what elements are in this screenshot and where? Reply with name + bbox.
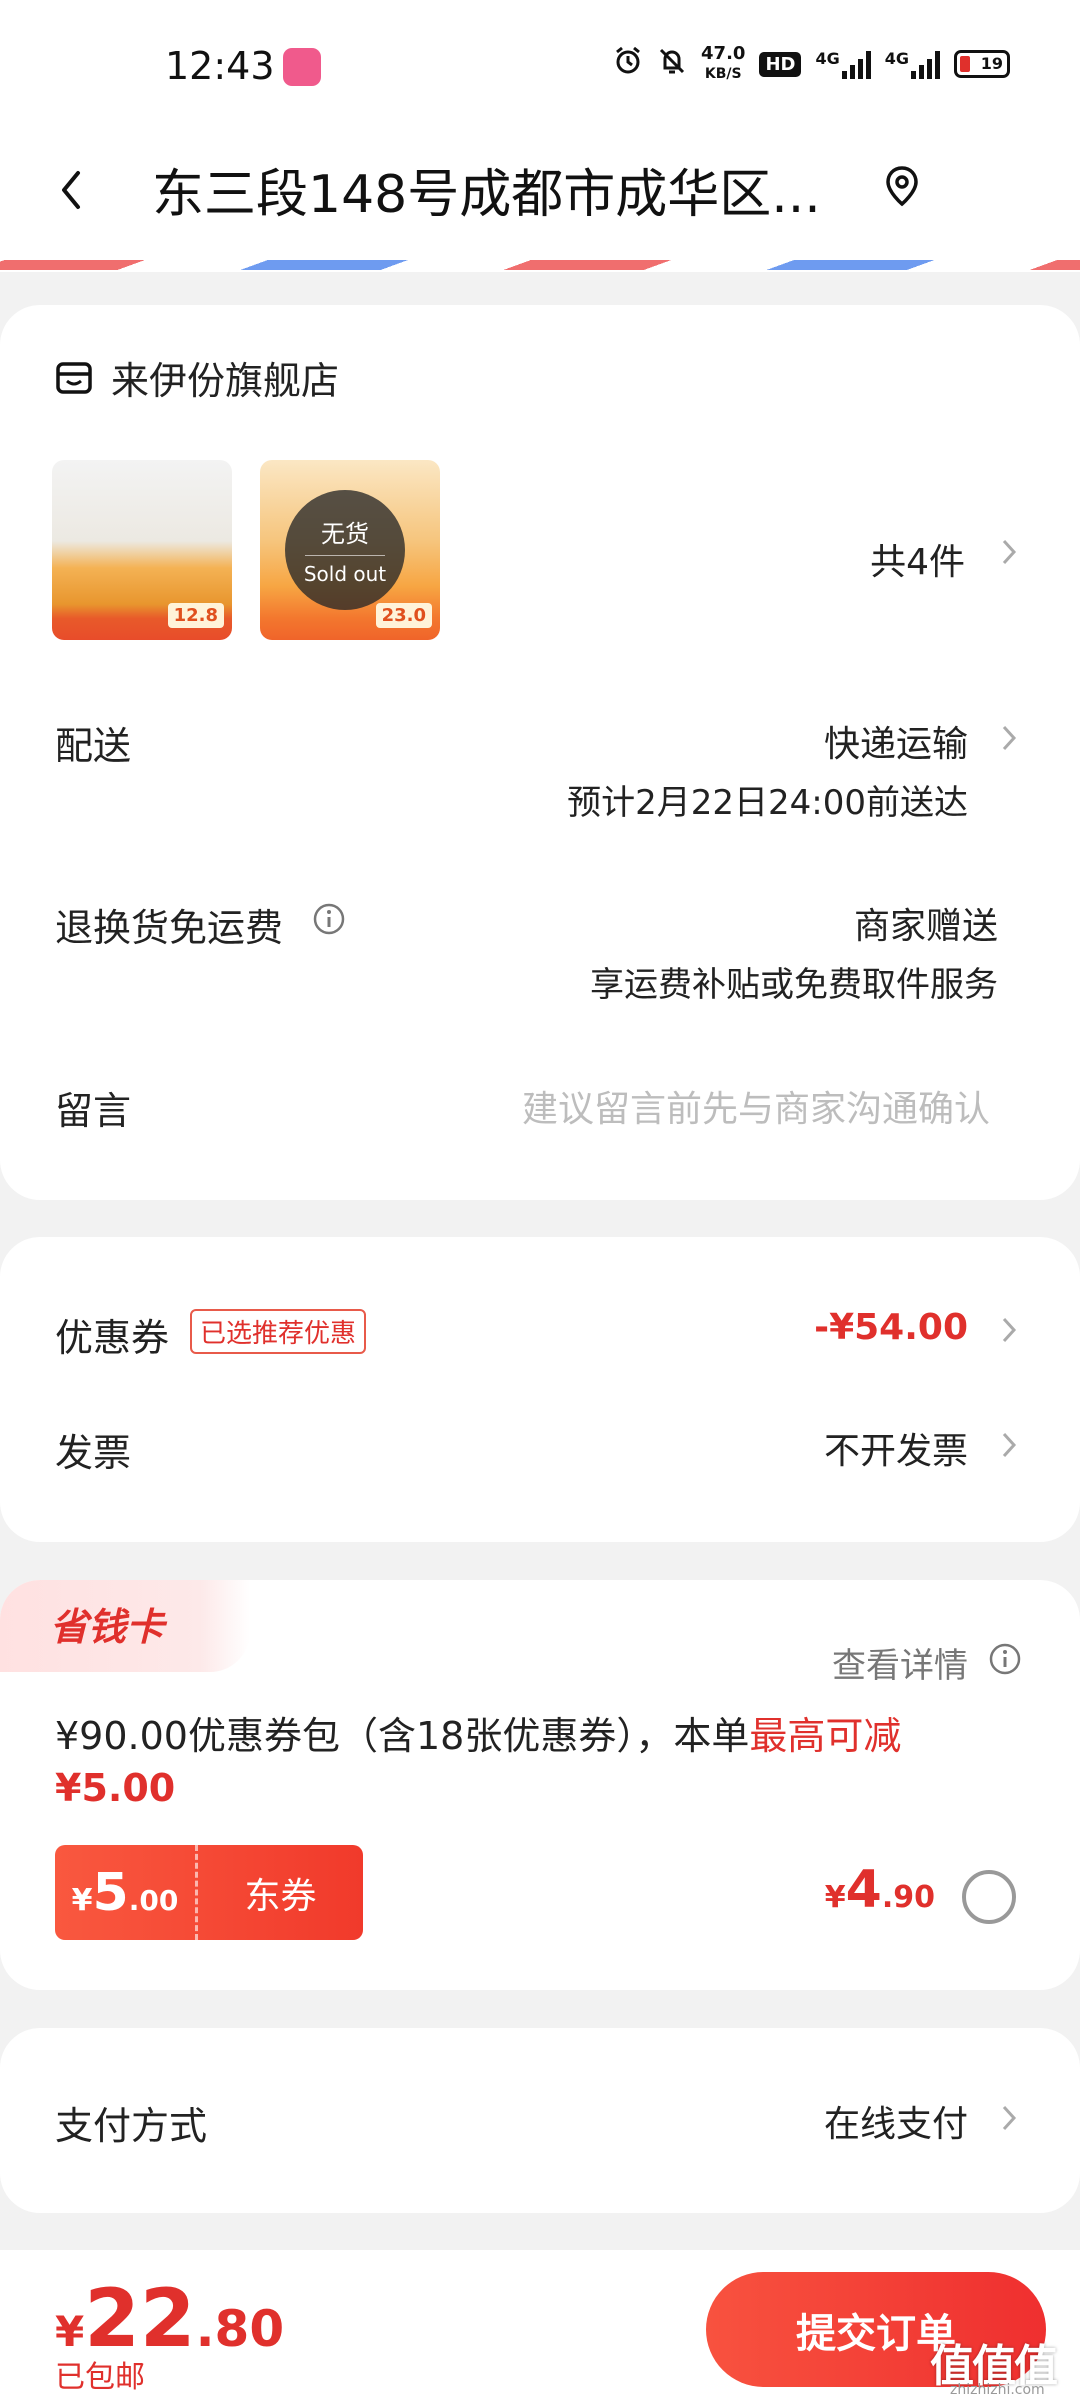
payment-value[interactable]: 在线支付 bbox=[824, 2095, 968, 2147]
address-title[interactable]: 东三段148号成都市成华区... bbox=[152, 152, 862, 227]
chevron-right-icon bbox=[1000, 1315, 1018, 1345]
payment-label: 支付方式 bbox=[55, 2104, 208, 2148]
address-header: 东三段148号成都市成华区... bbox=[0, 130, 1080, 260]
coupon-value[interactable]: -¥54.00 bbox=[814, 1307, 968, 1348]
coupon-label: 优惠券 bbox=[55, 1316, 170, 1360]
shop-header[interactable]: 来伊份旗舰店 bbox=[55, 350, 339, 405]
price-currency: ¥ bbox=[824, 1880, 846, 1915]
info-icon[interactable] bbox=[988, 1642, 1022, 1676]
total-currency: ¥ bbox=[55, 2307, 85, 2356]
total-dec: .80 bbox=[195, 2300, 285, 2358]
product-thumbnail[interactable]: 23.0 无货 Sold out bbox=[260, 460, 440, 640]
battery-icon: 19 bbox=[954, 50, 1010, 78]
price-int: 4 bbox=[845, 1860, 882, 1920]
mute-icon bbox=[657, 46, 687, 82]
ticket-amount: ¥5.00 bbox=[55, 1863, 195, 1923]
shop-name: 来伊份旗舰店 bbox=[111, 359, 340, 403]
hd-badge: HD bbox=[759, 51, 802, 77]
invoice-value[interactable]: 不开发票 bbox=[824, 1422, 968, 1474]
location-pin-icon bbox=[886, 166, 918, 207]
chevron-left-icon bbox=[62, 171, 80, 209]
returns-label: 退换货免运费 bbox=[55, 906, 284, 950]
savings-title: 省钱卡 bbox=[50, 1605, 165, 1649]
ticket-amount-int: 5 bbox=[92, 1862, 129, 1923]
network-speed-value: 47.0 bbox=[701, 43, 746, 64]
alarm-icon bbox=[613, 46, 643, 82]
view-details-label: 查看详情 bbox=[832, 1646, 968, 1686]
coupon-tag: 已选推荐优惠 bbox=[190, 1309, 367, 1354]
savings-desc-amount: ¥5.00 bbox=[55, 1766, 176, 1810]
savings-card-radio[interactable] bbox=[962, 1870, 1016, 1924]
chevron-right-icon bbox=[1000, 723, 1018, 753]
chevron-right-icon bbox=[1000, 2103, 1018, 2133]
delivery-eta: 预计2月22日24:00前送达 bbox=[567, 783, 968, 823]
info-icon[interactable] bbox=[312, 902, 346, 936]
savings-card-price: ¥4.90 bbox=[825, 1860, 935, 1920]
returns-value: 商家赠送 bbox=[853, 906, 998, 947]
delivery-label: 配送 bbox=[55, 724, 132, 768]
product-price: 23.0 bbox=[375, 603, 432, 628]
signal-1: 4G bbox=[815, 49, 871, 79]
status-time: 12:43 bbox=[165, 44, 275, 88]
network-speed: 47.0 KB/S bbox=[701, 44, 745, 84]
sold-out-label-zh: 无货 bbox=[321, 520, 369, 548]
watermark-logo: 值值值 zhizhizhi.com bbox=[930, 2330, 1070, 2400]
sold-out-overlay: 无货 Sold out bbox=[285, 490, 405, 610]
message-label: 留言 bbox=[55, 1089, 132, 1133]
delivery-method[interactable]: 快递运输 bbox=[824, 715, 968, 767]
sold-out-label-en: Sold out bbox=[303, 562, 387, 586]
signal-bars-icon bbox=[841, 49, 871, 79]
store-icon bbox=[56, 361, 92, 394]
free-shipping-label: 已包邮 bbox=[55, 2360, 145, 2395]
status-icons: 47.0 KB/S HD 4G 4G 19 bbox=[613, 44, 1010, 84]
savings-desc-main: ¥90.00优惠券包（含18张优惠券），本单 bbox=[55, 1714, 750, 1758]
status-bar: 12:43 47.0 KB/S HD 4G 4G 19 bbox=[0, 0, 1080, 130]
product-list[interactable]: 12.8 23.0 无货 Sold out bbox=[52, 460, 440, 640]
chevron-right-icon bbox=[1000, 537, 1018, 567]
order-card: 来伊份旗舰店 12.8 23.0 无货 Sold out 共4件 配送 快递运输… bbox=[0, 305, 1080, 1200]
signal-bars-icon bbox=[911, 49, 940, 79]
ticket-label: 东券 bbox=[244, 1875, 317, 1917]
product-price: 12.8 bbox=[167, 603, 224, 628]
back-button[interactable] bbox=[50, 155, 110, 225]
ticket-currency: ¥ bbox=[71, 1882, 93, 1918]
product-thumbnail[interactable]: 12.8 bbox=[52, 460, 232, 640]
view-details-link[interactable]: 查看详情 bbox=[832, 1638, 968, 1687]
payment-card: 支付方式 在线支付 bbox=[0, 2028, 1080, 2213]
signal-2: 4G bbox=[885, 49, 940, 79]
divider bbox=[305, 555, 385, 556]
location-button[interactable] bbox=[880, 160, 924, 214]
ticket-amount-dec: .00 bbox=[128, 1883, 179, 1917]
checkout-bar: ¥22.80 已包邮 提交订单 bbox=[0, 2250, 1080, 2400]
chevron-right-icon bbox=[1000, 1430, 1018, 1460]
network-speed-unit: KB/S bbox=[704, 66, 742, 82]
price-dec: .90 bbox=[881, 1880, 935, 1915]
savings-desc-highlight: 最高可减 bbox=[749, 1714, 902, 1758]
savings-description: ¥90.00优惠券包（含18张优惠券），本单最高可减 ¥5.00 bbox=[55, 1710, 1015, 1814]
signal-2-label: 4G bbox=[884, 49, 909, 68]
coupon-ticket: ¥5.00 东券 bbox=[55, 1845, 363, 1940]
item-count[interactable]: 共4件 bbox=[870, 533, 965, 585]
message-input[interactable]: 建议留言前先与商家沟通确认 bbox=[522, 1080, 990, 1132]
watermark-site: zhizhizhi.com bbox=[950, 2382, 1045, 2398]
invoice-label: 发票 bbox=[55, 1431, 132, 1475]
signal-1-label: 4G bbox=[815, 49, 840, 68]
returns-subtext: 享运费补贴或免费取件服务 bbox=[590, 965, 998, 1005]
discount-card: 优惠券 已选推荐优惠 -¥54.00 发票 不开发票 bbox=[0, 1237, 1080, 1542]
savings-card: 省钱卡 查看详情 ¥90.00优惠券包（含18张优惠券），本单最高可减 ¥5.0… bbox=[0, 1580, 1080, 1990]
airmail-border-decoration bbox=[0, 252, 1080, 272]
notification-app-icon bbox=[283, 48, 321, 86]
